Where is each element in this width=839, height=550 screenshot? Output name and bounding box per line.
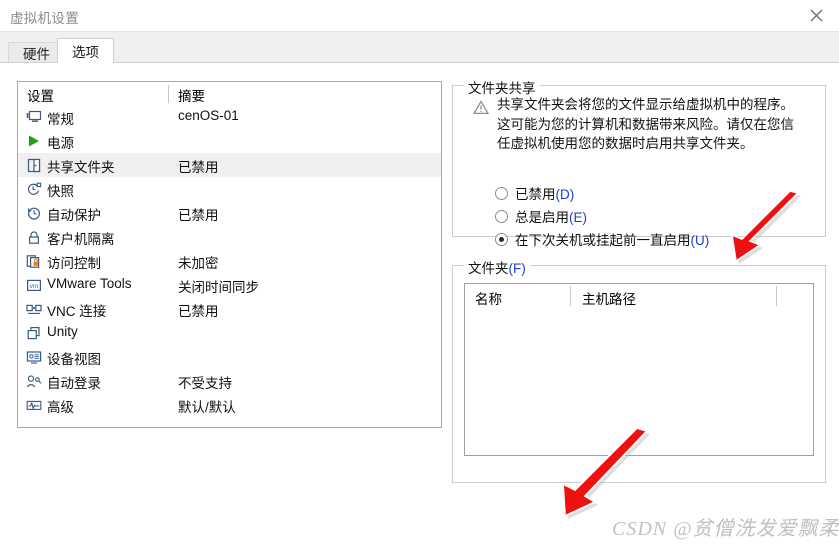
radio-always-enabled-label: 总是启用(E): [515, 210, 587, 225]
tab-options[interactable]: 选项: [57, 38, 114, 63]
settings-rows: 常规 cenOS-01 电源 共享文件夹 已禁用 快照 自动保护 已禁用 客户机…: [18, 105, 441, 417]
folders-column-name: 名称: [475, 292, 502, 307]
settings-row-summary: 已禁用: [178, 304, 219, 319]
lock-icon: [25, 228, 43, 246]
unity-icon: [25, 324, 43, 342]
settings-list-header: 设置 摘要: [18, 82, 441, 105]
settings-row-device-view[interactable]: 设备视图: [18, 345, 441, 369]
folders-column-host-path: 主机路径: [582, 292, 636, 307]
settings-row-label: 自动保护: [47, 208, 101, 223]
warning-triangle-icon: [472, 100, 490, 115]
settings-row-summary: 已禁用: [178, 208, 219, 223]
folders-table-header: 名称 主机路径: [465, 284, 813, 310]
radio-disabled-label: 已禁用(D): [515, 187, 575, 202]
folders-column-divider-1[interactable]: [570, 286, 571, 306]
settings-row-label: 快照: [47, 184, 74, 199]
settings-row-label: 常规: [47, 112, 74, 127]
device-view-icon: [25, 348, 43, 366]
folders-group-title: 文件夹(F): [464, 257, 530, 277]
settings-row-summary: cenOS-01: [178, 108, 239, 123]
power-play-icon: [25, 132, 43, 150]
settings-row-power[interactable]: 电源: [18, 129, 441, 153]
tab-options-label: 选项: [72, 45, 99, 60]
close-glyph: [810, 9, 822, 21]
vmware-tools-icon: vm: [25, 276, 43, 294]
shared-folder-icon: [25, 156, 43, 174]
radio-disabled[interactable]: 已禁用(D): [495, 182, 574, 204]
settings-list[interactable]: 设置 摘要 常规 cenOS-01 电源 共享文件夹 已禁用 快照 自动保护 已…: [17, 81, 442, 428]
snapshot-clock-icon: [25, 180, 43, 198]
settings-row-label: VMware Tools: [47, 276, 132, 291]
vnc-connect-icon: [25, 300, 43, 318]
column-header-setting: 设置: [27, 89, 54, 104]
settings-row-summary: 不受支持: [178, 376, 232, 391]
folders-table[interactable]: 名称 主机路径: [464, 283, 814, 456]
radio-mark: [495, 209, 508, 223]
radio-always-enabled[interactable]: 总是启用(E): [495, 205, 587, 227]
settings-row-label: 电源: [47, 136, 74, 151]
window-title: 虚拟机设置: [10, 11, 79, 26]
radio-mark-selected: [495, 232, 508, 246]
close-icon[interactable]: [799, 2, 833, 28]
settings-row-access-control[interactable]: 访问控制 未加密: [18, 249, 441, 273]
settings-row-unity[interactable]: Unity: [18, 321, 441, 345]
settings-row-vnc[interactable]: VNC 连接 已禁用: [18, 297, 441, 321]
settings-row-shared-folders[interactable]: 共享文件夹 已禁用: [18, 153, 441, 177]
folder-sharing-warning-text: 共享文件夹会将您的文件显示给虚拟机中的程序。这可能为您的计算机和数据带来风险。请…: [497, 97, 794, 151]
auto-login-icon: [25, 372, 43, 390]
settings-row-advanced[interactable]: 高级 默认/默认: [18, 393, 441, 417]
settings-row-general[interactable]: 常规 cenOS-01: [18, 105, 441, 129]
settings-row-label: 客户机隔离: [47, 232, 115, 247]
settings-row-label: 自动登录: [47, 376, 101, 391]
tab-strip: 硬件 选项: [0, 32, 839, 63]
radio-enabled-until-shutdown-label: 在下次关机或挂起前一直启用(U): [515, 233, 710, 248]
settings-row-auto-login[interactable]: 自动登录 不受支持: [18, 369, 441, 393]
column-divider: [168, 85, 169, 103]
settings-row-label: 高级: [47, 400, 74, 415]
svg-text:vm: vm: [30, 283, 39, 290]
settings-row-label: VNC 连接: [47, 304, 107, 319]
settings-row-label: 访问控制: [47, 256, 101, 271]
settings-row-autoprotect[interactable]: 自动保护 已禁用: [18, 201, 441, 225]
settings-row-vmware-tools[interactable]: vm VMware Tools 关闭时间同步: [18, 273, 441, 297]
settings-row-label: 共享文件夹: [47, 160, 115, 175]
settings-row-guest-isolation[interactable]: 客户机隔离: [18, 225, 441, 249]
column-header-summary: 摘要: [178, 89, 205, 104]
settings-row-summary: 未加密: [178, 256, 219, 271]
settings-row-label: Unity: [47, 324, 78, 339]
folder-sharing-group-title: 文件夹共享: [464, 77, 540, 97]
monitor-icon: [25, 108, 43, 126]
settings-row-label: 设备视图: [47, 352, 101, 367]
folders-group: 文件夹(F) 名称 主机路径: [452, 257, 826, 483]
vm-settings-dialog: 虚拟机设置 硬件 选项 设置 摘要 常规 cenOS-01 电源 共享文件夹 已…: [0, 0, 839, 550]
title-bar: 虚拟机设置: [0, 0, 839, 32]
advanced-wave-icon: [25, 396, 43, 414]
radio-enabled-until-shutdown[interactable]: 在下次关机或挂起前一直启用(U): [495, 228, 709, 250]
radio-mark: [495, 186, 508, 200]
settings-row-snapshot[interactable]: 快照: [18, 177, 441, 201]
autoprotect-icon: [25, 204, 43, 222]
folder-sharing-group: 文件夹共享 共享文件夹会将您的文件显示给虚拟机中的程序。这可能为您的计算机和数据…: [452, 77, 826, 248]
content-pane: 设置 摘要 常规 cenOS-01 电源 共享文件夹 已禁用 快照 自动保护 已…: [0, 62, 839, 550]
access-control-icon: [25, 252, 43, 270]
tab-hardware-label: 硬件: [23, 47, 50, 62]
settings-row-summary: 已禁用: [178, 160, 219, 175]
folders-column-divider-2[interactable]: [776, 286, 777, 306]
settings-row-summary: 默认/默认: [178, 400, 236, 415]
settings-row-summary: 关闭时间同步: [178, 280, 259, 295]
